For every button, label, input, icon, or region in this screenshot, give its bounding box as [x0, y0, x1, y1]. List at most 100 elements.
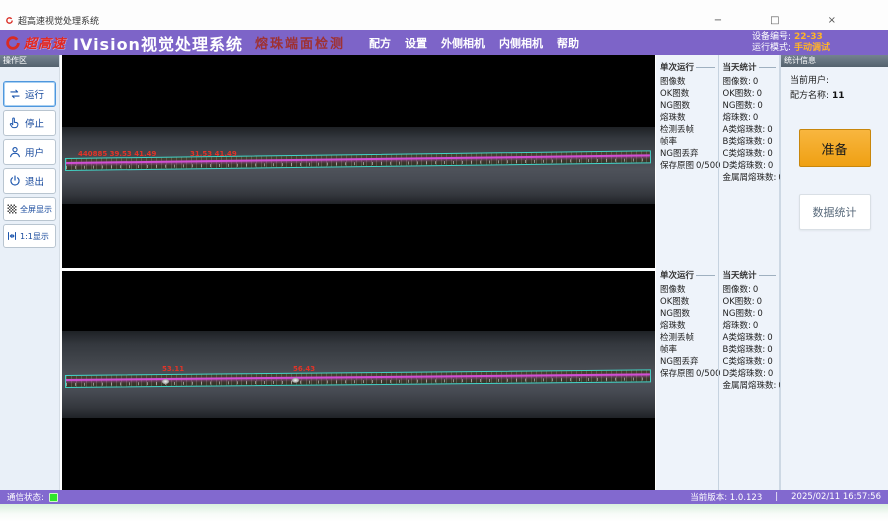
fullscreen-button-label: 全屏显示: [20, 204, 52, 215]
menu-item-recipe[interactable]: 配方: [369, 35, 391, 51]
user-button-label: 用户: [25, 145, 44, 159]
stat-row: 检测丢帧: [660, 124, 718, 136]
single-run-title: 单次运行: [660, 61, 694, 73]
current-user-row: 当前用户:: [790, 74, 888, 89]
recipe-name-value: 11: [832, 91, 845, 101]
measurement-annotation: 31.53 41.49: [190, 150, 237, 158]
status-bar: 通信状态: 当前版本: 1.0.123 | 2025/02/11 16:57:5…: [0, 490, 888, 504]
stat-row: 图像数: [660, 76, 718, 88]
menu-item-inner-camera[interactable]: 内侧相机: [499, 35, 543, 51]
app-subtitle: 熔珠端面检测: [255, 33, 345, 52]
main-menu: 配方 设置 外侧相机 内侧相机 帮助: [369, 35, 579, 51]
close-icon[interactable]: ×: [828, 16, 836, 26]
stat-row: NG图数: [660, 100, 718, 112]
prepare-button[interactable]: 准备: [799, 129, 871, 167]
app-icon: [5, 16, 14, 25]
stop-button[interactable]: 停止: [3, 110, 56, 136]
device-number-label: 设备编号:: [752, 32, 791, 42]
camera-view-inner[interactable]: 53.11 56.43: [62, 271, 655, 490]
menu-item-help[interactable]: 帮助: [557, 35, 579, 51]
stats-section-outer: 单次运行 图像数 OK图数 NG图数 熔珠数 检测丢帧 帧率 NG图丢弃 保存原…: [656, 55, 779, 263]
one-to-one-button[interactable]: 1:1显示: [3, 224, 56, 248]
info-panel-title: 统计信息: [781, 55, 888, 67]
device-number-value: 22-33: [794, 32, 823, 42]
weld-bead-blob: [162, 379, 169, 384]
fullscreen-button[interactable]: 全屏显示: [3, 197, 56, 221]
stat-row: 图像数: [660, 284, 718, 296]
stat-row: 检测丢帧: [660, 332, 718, 344]
sidebar-title: 操作区: [0, 55, 59, 67]
stat-row: 帧率: [660, 136, 718, 148]
user-icon: [8, 145, 22, 159]
comm-status-label: 通信状态:: [7, 491, 44, 503]
stat-row: D类熔珠数:0: [723, 368, 780, 380]
stat-row: 保存原图0/500: [660, 160, 718, 172]
stat-row: 图像数:0: [723, 76, 780, 88]
version-value: 1.0.123: [730, 493, 762, 503]
exit-button-label: 退出: [25, 174, 44, 188]
run-mode-value: 手动调试: [794, 43, 830, 53]
stat-row: OK图数: [660, 88, 718, 100]
desktop-strip: [0, 504, 888, 522]
stat-row: B类熔珠数:0: [723, 344, 780, 356]
stop-hand-icon: [8, 116, 22, 130]
camera-view-outer[interactable]: 440885 39.53 41.49 31.53 41.49: [62, 55, 655, 268]
minimize-icon[interactable]: −: [714, 16, 722, 26]
exit-button[interactable]: 退出: [3, 168, 56, 194]
one-to-one-button-label: 1:1显示: [20, 231, 49, 242]
stat-row: B类熔珠数:0: [723, 136, 780, 148]
logo-text: 超高速: [24, 33, 66, 52]
window-titlebar: 超高速视觉处理系统 − □ ×: [0, 0, 888, 30]
data-statistics-button[interactable]: 数据统计: [799, 194, 871, 230]
weld-bead-blob: [292, 378, 299, 383]
one-to-one-icon: [6, 230, 18, 242]
single-run-group: 单次运行 图像数 OK图数 NG图数 熔珠数 检测丢帧 帧率 NG图丢弃 保存原…: [656, 55, 718, 263]
stat-row: NG图数:0: [723, 100, 780, 112]
power-icon: [8, 174, 22, 188]
stat-row: 金属屑熔珠数:0: [723, 172, 780, 184]
stat-row: OK图数:0: [723, 296, 780, 308]
stat-row: D类熔珠数:0: [723, 160, 780, 172]
stat-row: NG图丢弃: [660, 148, 718, 160]
single-run-group: 单次运行 图像数 OK图数 NG图数 熔珠数 检测丢帧 帧率 NG图丢弃 保存原…: [656, 263, 718, 490]
operation-sidebar: 操作区 运行 停止 用户 退出 全屏显示 1:1显示: [0, 55, 60, 490]
single-run-title: 单次运行: [660, 269, 694, 281]
measurement-annotation: 440885 39.53 41.49: [78, 150, 156, 158]
app-title: IVision视觉处理系统: [73, 31, 243, 55]
stat-row: 金属屑熔珠数:0: [723, 380, 780, 392]
current-user-label: 当前用户:: [790, 76, 829, 86]
today-stats-title: 当天统计: [723, 61, 757, 73]
window-title: 超高速视觉处理系统: [18, 14, 99, 27]
menu-item-settings[interactable]: 设置: [405, 35, 427, 51]
run-button-label: 运行: [25, 87, 44, 101]
stop-button-label: 停止: [25, 116, 44, 130]
stat-row: 熔珠数: [660, 112, 718, 124]
stat-row: A类熔珠数:0: [723, 124, 780, 136]
today-stats-group: 当天统计 图像数:0 OK图数:0 NG图数:0 熔珠数:0 A类熔珠数:0 B…: [718, 55, 780, 263]
status-datetime: 2025/02/11 16:57:56: [791, 492, 881, 502]
comm-status-led: [49, 493, 58, 502]
today-stats-group: 当天统计 图像数:0 OK图数:0 NG图数:0 熔珠数:0 A类熔珠数:0 B…: [718, 263, 780, 490]
stat-row: NG图数:0: [723, 308, 780, 320]
stat-row: 熔珠数: [660, 320, 718, 332]
run-loop-icon: [8, 87, 22, 101]
stat-row: 熔珠数:0: [723, 112, 780, 124]
run-button[interactable]: 运行: [3, 81, 56, 107]
fullscreen-grid-icon: [6, 203, 18, 215]
restore-icon[interactable]: □: [770, 16, 779, 26]
run-mode-label: 运行模式:: [752, 43, 791, 53]
menu-item-outer-camera[interactable]: 外侧相机: [441, 35, 485, 51]
device-info: 设备编号:22-33 运行模式:手动调试: [752, 32, 888, 54]
stat-row: 熔珠数:0: [723, 320, 780, 332]
stat-row: 图像数:0: [723, 284, 780, 296]
stat-row: OK图数: [660, 296, 718, 308]
today-stats-title: 当天统计: [723, 269, 757, 281]
stat-row: NG图数: [660, 308, 718, 320]
recipe-name-row: 配方名称:11: [790, 89, 888, 104]
user-button[interactable]: 用户: [3, 139, 56, 165]
stat-row: C类熔珠数:0: [723, 356, 780, 368]
stat-row: NG图丢弃: [660, 356, 718, 368]
measurement-annotation: 56.43: [293, 365, 315, 373]
stat-row: 帧率: [660, 344, 718, 356]
status-separator: |: [775, 492, 778, 502]
